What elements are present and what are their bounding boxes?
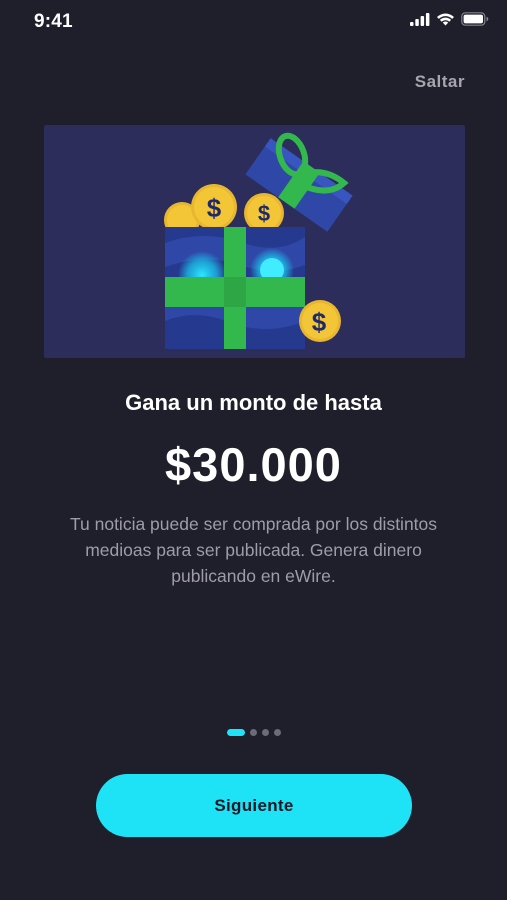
gift-box-body (165, 227, 305, 349)
page-dot (249, 729, 257, 736)
wifi-icon (437, 13, 454, 26)
amount-value: $30.000 (165, 438, 342, 491)
status-bar: 9:41 (0, 0, 507, 44)
description: Tu noticia puede ser comprada por los di… (69, 514, 438, 586)
skip-button[interactable]: Saltar (415, 72, 465, 92)
svg-text:$: $ (312, 307, 327, 337)
hero-illustration: $ $ $ (44, 125, 465, 358)
cellular-signal-icon (410, 12, 430, 26)
coin-top: $ (191, 184, 237, 230)
page-dot (273, 729, 281, 736)
status-icons (410, 12, 489, 26)
next-button[interactable]: Siguiente (96, 774, 412, 837)
headline: Gana un monto de hasta (125, 390, 382, 415)
coin-front: $ (299, 300, 341, 342)
page-indicator (0, 729, 507, 736)
page-dot-active (226, 729, 245, 736)
onboarding-screen: 9:41 Saltar $ $ $ Gana un monto de hasta… (0, 0, 507, 900)
gift-box-illustration: $ $ $ (164, 132, 353, 349)
battery-icon (461, 12, 489, 26)
status-time: 9:41 (34, 11, 73, 32)
page-dot (261, 729, 269, 736)
svg-text:$: $ (258, 201, 270, 226)
svg-text:$: $ (207, 193, 222, 223)
